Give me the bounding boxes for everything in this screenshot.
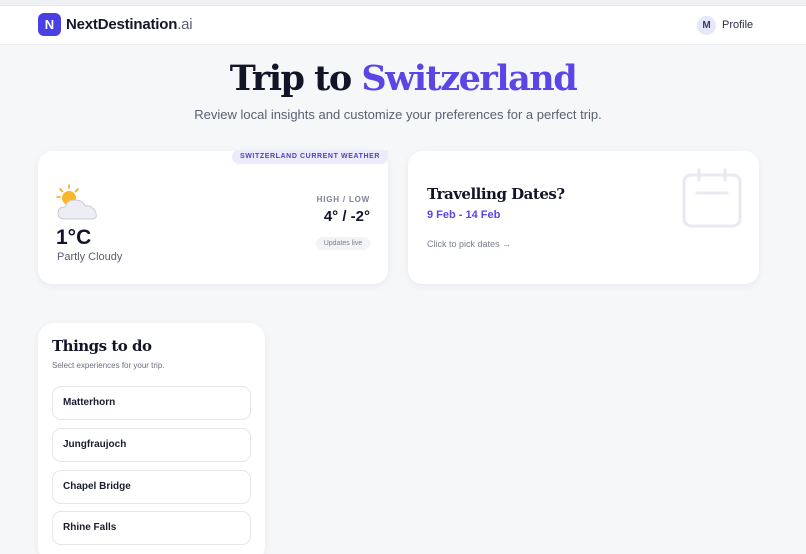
things-to-do-subtitle: Select experiences for your trip. <box>52 361 165 370</box>
partly-cloudy-icon <box>55 183 101 228</box>
avatar: M <box>697 15 716 35</box>
page-subtitle: Review local insights and customize your… <box>194 107 602 122</box>
temperature: 1°C <box>56 226 92 249</box>
page-title: Trip to Switzerland <box>0 58 806 99</box>
things-to-do-title: Things to do <box>52 337 152 355</box>
brand-name-main: NextDestination <box>66 16 178 33</box>
logo-badge[interactable]: N <box>38 13 61 36</box>
updates-live-badge: Updates live <box>316 237 370 250</box>
high-low-value: 4° / -2° <box>323 208 370 225</box>
list-item[interactable]: Rhine Falls <box>52 511 251 545</box>
profile-label: Profile <box>722 19 754 31</box>
pick-dates-link[interactable]: Click to pick dates → <box>427 239 511 249</box>
travel-dates-range[interactable]: 9 Feb - 14 Feb <box>427 209 500 221</box>
weather-tag: SWITZERLAND CURRENT WEATHER <box>232 150 388 164</box>
high-low-label: HIGH / LOW <box>316 195 370 204</box>
list-item[interactable]: Jungfraujoch <box>52 428 251 462</box>
weather-condition: Partly Cloudy <box>57 251 123 263</box>
title-destination: Switzerland <box>361 58 577 99</box>
travel-dates-title: Travelling Dates? <box>427 185 565 203</box>
calendar-icon <box>681 168 743 235</box>
brand-name[interactable]: NextDestination.ai <box>66 16 193 33</box>
arrow-right-icon: → <box>502 239 512 249</box>
navbar: N NextDestination.ai M Profile <box>0 6 806 45</box>
list-item[interactable]: Matterhorn <box>52 386 251 420</box>
title-prefix: Trip to <box>229 58 362 99</box>
profile-button[interactable]: M Profile <box>697 15 753 35</box>
pick-dates-label: Click to pick dates <box>427 239 500 249</box>
brand-name-suffix: .ai <box>177 16 193 33</box>
list-item[interactable]: Chapel Bridge <box>52 470 251 504</box>
